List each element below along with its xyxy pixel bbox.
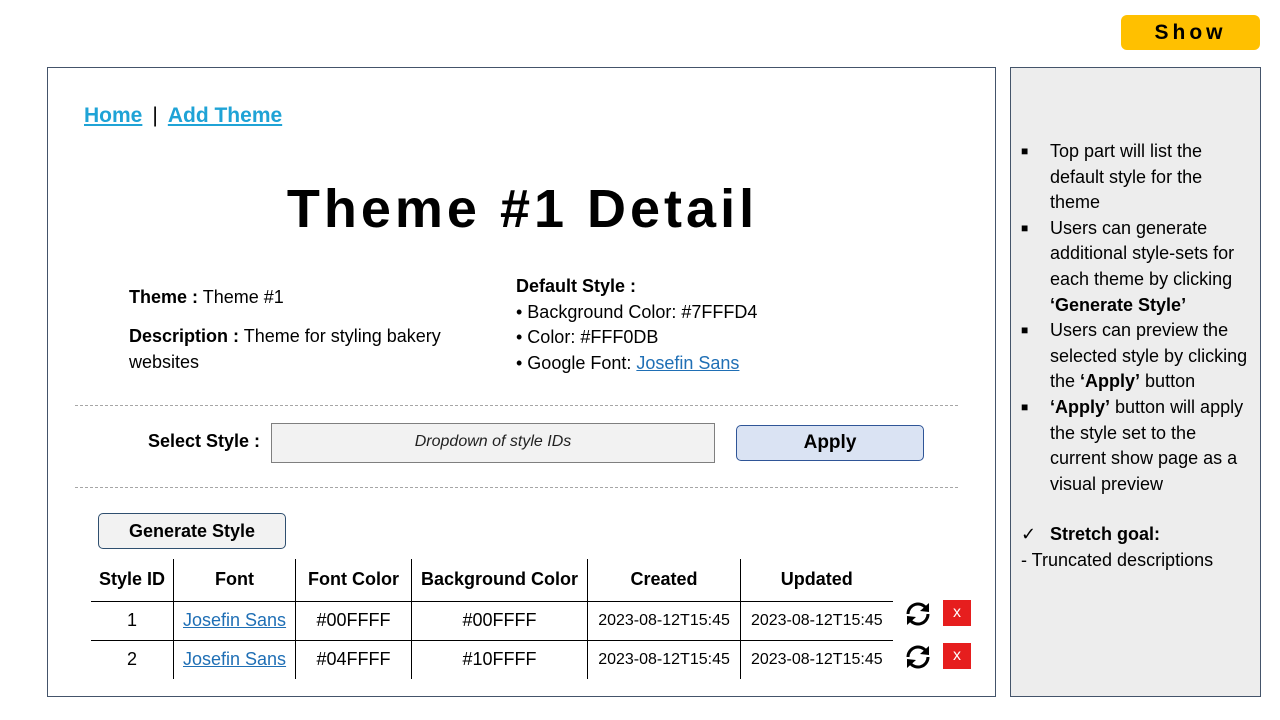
stretch-goal: ✓ Stretch goal: bbox=[1021, 522, 1257, 548]
stretch-goal-item: - Truncated descriptions bbox=[1021, 549, 1214, 570]
show-badge: Show bbox=[1121, 15, 1260, 50]
cell-updated: 2023-08-12T15:45 bbox=[740, 600, 893, 640]
col-header-background-color: Background Color bbox=[411, 559, 588, 601]
note-text: button bbox=[1140, 371, 1196, 392]
divider-top bbox=[75, 405, 958, 406]
default-font-link[interactable]: Josefin Sans bbox=[636, 353, 739, 373]
cell-updated: 2023-08-12T15:45 bbox=[740, 639, 893, 679]
theme-label: Theme : bbox=[129, 287, 199, 307]
row-actions: x bbox=[903, 642, 973, 672]
divider-bottom bbox=[75, 487, 958, 488]
theme-info: Theme : Theme #1 Description : Theme for… bbox=[129, 284, 489, 388]
cell-style-id: 1 bbox=[91, 600, 174, 640]
cell-created: 2023-08-12T15:45 bbox=[587, 600, 741, 640]
col-header-font: Font bbox=[173, 559, 296, 601]
styles-table: Style ID Font Font Color Background Colo… bbox=[91, 559, 893, 679]
notes-panel: ■ Top part will list the default style fo… bbox=[1010, 67, 1261, 697]
default-color: • Color: #FFF0DB bbox=[516, 327, 659, 347]
col-header-updated: Updated bbox=[740, 559, 893, 601]
nav-separator: | bbox=[152, 104, 158, 127]
default-font-prefix: • Google Font: bbox=[516, 352, 637, 373]
cell-created: 2023-08-12T15:45 bbox=[587, 639, 741, 679]
square-bullet-icon: ■ bbox=[1021, 323, 1029, 338]
nav-add-theme-link[interactable]: Add Theme bbox=[168, 104, 282, 127]
theme-value: Theme #1 bbox=[202, 287, 284, 307]
default-style: Default Style : • Background Color: #7FF… bbox=[516, 274, 846, 376]
table-row: 2 Josefin Sans #04FFFF #10FFFF 2023-08-1… bbox=[91, 639, 893, 679]
note-item: ■ ‘Apply’ button will apply the style set… bbox=[1021, 395, 1257, 497]
square-bullet-icon: ■ bbox=[1021, 220, 1029, 235]
col-header-style-id: Style ID bbox=[99, 569, 166, 590]
delete-button[interactable]: x bbox=[943, 643, 971, 669]
generate-style-button[interactable]: Generate Style bbox=[98, 513, 286, 549]
note-item: ■ Users can generate additional style-set… bbox=[1021, 216, 1257, 318]
main-panel: Home | Add Theme Theme #1 Detail Theme : T… bbox=[47, 67, 996, 697]
row-actions: x bbox=[903, 599, 973, 629]
stretch-goal-label: Stretch goal: bbox=[1050, 524, 1161, 545]
col-header-created: Created bbox=[587, 559, 741, 601]
table-row: 1 Josefin Sans #00FFFF #00FFFF 2023-08-1… bbox=[91, 600, 893, 640]
nav-bar: Home | Add Theme bbox=[84, 104, 282, 128]
cell-font-color: #04FFFF bbox=[295, 639, 412, 679]
cell-style-id: 2 bbox=[91, 639, 174, 679]
checkmark-icon: ✓ bbox=[1021, 524, 1037, 545]
refresh-icon[interactable] bbox=[903, 599, 933, 629]
cell-font-color: #00FFFF bbox=[295, 600, 412, 640]
note-text: ‘Apply’ bbox=[1050, 396, 1111, 417]
square-bullet-icon: ■ bbox=[1021, 144, 1029, 158]
default-bg-color: • Background Color: #7FFFD4 bbox=[516, 301, 758, 322]
cell-font-link[interactable]: Josefin Sans bbox=[183, 610, 286, 630]
note-text: Users can generate additional style-sets… bbox=[1050, 217, 1235, 289]
cell-background-color: #10FFFF bbox=[411, 639, 588, 679]
notes-list: ■ Top part will list the default style fo… bbox=[1021, 139, 1257, 574]
style-id-dropdown[interactable]: Dropdown of style IDs bbox=[271, 423, 715, 463]
note-text: ‘Generate Style’ bbox=[1050, 294, 1187, 315]
note-item: ■ Users can preview the selected style by… bbox=[1021, 318, 1257, 395]
note-text: ‘Apply’ bbox=[1080, 371, 1141, 392]
note-item: ■ Top part will list the default style fo… bbox=[1021, 139, 1257, 216]
refresh-icon[interactable] bbox=[903, 642, 933, 672]
cell-background-color: #00FFFF bbox=[411, 600, 588, 640]
select-style-label: Select Style : bbox=[148, 431, 261, 451]
apply-button[interactable]: Apply bbox=[736, 425, 924, 461]
delete-button[interactable]: x bbox=[943, 600, 971, 626]
default-style-heading: Default Style : bbox=[516, 276, 637, 296]
description-label: Description : bbox=[129, 326, 240, 346]
page-title: Theme #1 Detail bbox=[286, 179, 759, 239]
col-header-font-color: Font Color bbox=[295, 559, 412, 601]
square-bullet-icon: ■ bbox=[1021, 399, 1029, 414]
nav-home-link[interactable]: Home bbox=[84, 104, 142, 127]
note-text: Top part will list the default style for… bbox=[1050, 141, 1203, 213]
cell-font-link[interactable]: Josefin Sans bbox=[183, 649, 286, 669]
